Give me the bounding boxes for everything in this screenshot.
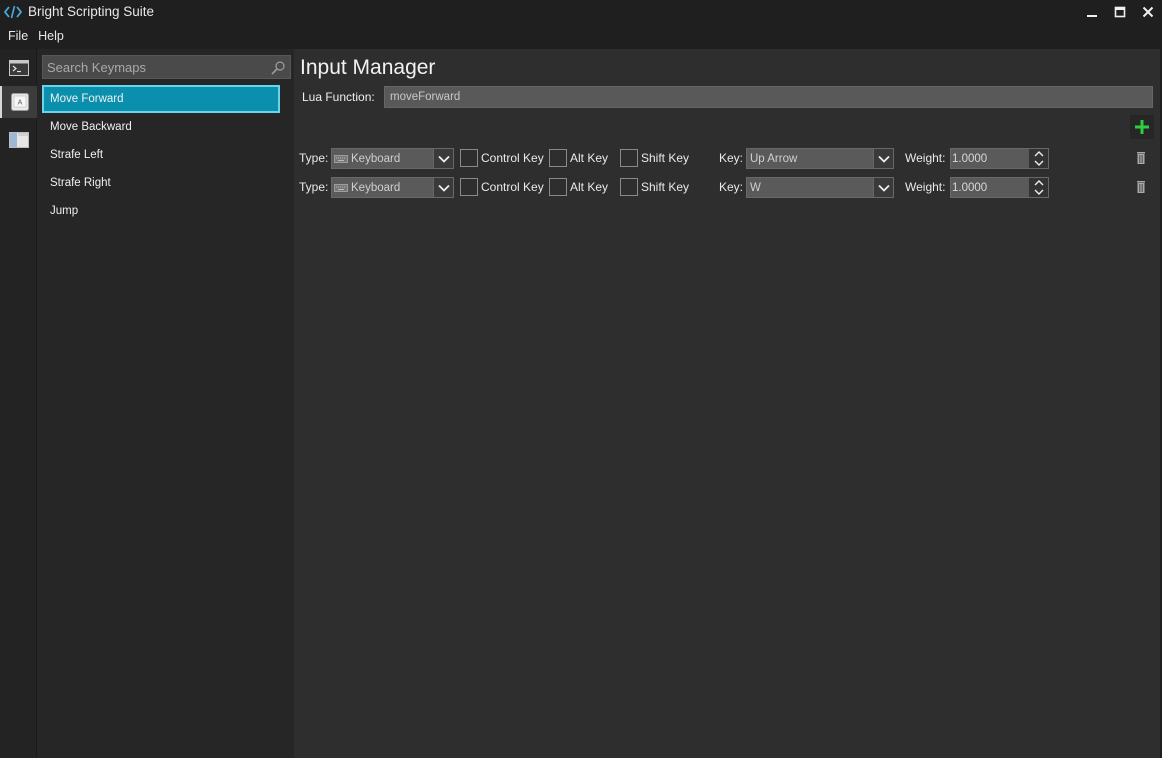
- alt-key-checkbox[interactable]: [549, 149, 567, 167]
- plus-icon: [1135, 120, 1149, 134]
- key-value: Up Arrow: [750, 152, 798, 165]
- key-label: Key:: [719, 180, 744, 194]
- weight-label: Weight:: [905, 180, 946, 194]
- keyboard-icon: [334, 183, 348, 193]
- keymap-item-move-backward[interactable]: Move Backward: [42, 113, 280, 141]
- shift-key-checkbox[interactable]: [620, 149, 638, 167]
- keymap-item-jump[interactable]: Jump: [42, 197, 280, 225]
- weight-value: 1.0000: [952, 152, 988, 165]
- shift-key-checkbox[interactable]: [620, 178, 638, 196]
- weight-spinbox[interactable]: 1.0000: [950, 177, 1049, 198]
- binding-row: Type: Keyboard Control Key Alt Key Shift…: [294, 145, 1160, 171]
- keymap-item-move-forward[interactable]: Move Forward: [42, 85, 280, 113]
- binding-row: Type: Keyboard Control Key Alt Key Shift…: [294, 174, 1160, 200]
- menu-help[interactable]: Help: [33, 29, 69, 43]
- code-icon: [2, 0, 24, 23]
- weight-spinbox[interactable]: 1.0000: [950, 148, 1049, 169]
- alt-key-label: Alt Key: [570, 151, 609, 165]
- key-dropdown[interactable]: Up Arrow: [746, 148, 894, 169]
- page-title: Input Manager: [300, 56, 436, 79]
- key-value: W: [750, 181, 761, 194]
- type-value: Keyboard: [351, 152, 401, 165]
- alt-key-label: Alt Key: [570, 180, 609, 194]
- keyboard-key-icon: A: [10, 93, 29, 111]
- trash-icon: [1137, 152, 1145, 164]
- lua-function-field[interactable]: moveForward: [384, 86, 1153, 108]
- weight-value: 1.0000: [952, 181, 988, 194]
- shift-key-label: Shift Key: [641, 151, 690, 165]
- key-dropdown[interactable]: W: [746, 177, 894, 198]
- search-icon[interactable]: [270, 60, 286, 79]
- search-box: [42, 55, 291, 79]
- weight-label: Weight:: [905, 151, 946, 165]
- keymap-item-strafe-right[interactable]: Strafe Right: [42, 169, 280, 197]
- input-manager-tool-button[interactable]: A: [0, 86, 37, 118]
- keymap-list: Move Forward Move Backward Strafe Left S…: [42, 85, 280, 225]
- keyboard-icon: [334, 154, 348, 164]
- key-label: Key:: [719, 151, 744, 165]
- type-dropdown[interactable]: Keyboard: [331, 148, 454, 169]
- layout-icon: [8, 132, 29, 148]
- input-manager-panel: Input Manager Lua Function: moveForward …: [294, 49, 1160, 758]
- shift-key-label: Shift Key: [641, 180, 690, 194]
- add-binding-button[interactable]: [1130, 115, 1154, 139]
- layout-tool-button[interactable]: [0, 124, 37, 156]
- maximize-icon: [1114, 6, 1126, 17]
- type-dropdown[interactable]: Keyboard: [331, 177, 454, 198]
- chevron-down-icon[interactable]: [873, 178, 893, 197]
- control-key-checkbox[interactable]: [460, 149, 478, 167]
- type-value: Keyboard: [351, 181, 401, 194]
- svg-text:A: A: [17, 100, 22, 107]
- spin-arrows-icon[interactable]: [1029, 178, 1048, 197]
- control-key-checkbox[interactable]: [460, 178, 478, 196]
- maximize-button[interactable]: [1106, 0, 1134, 23]
- keymap-sidebar: Move Forward Move Backward Strafe Left S…: [37, 49, 294, 758]
- delete-binding-button[interactable]: [1136, 180, 1146, 197]
- type-label: Type:: [299, 151, 329, 165]
- trash-icon: [1137, 181, 1145, 193]
- close-icon: [1142, 6, 1154, 17]
- spin-arrows-icon[interactable]: [1029, 149, 1048, 168]
- close-button[interactable]: [1134, 0, 1162, 23]
- lua-function-label: Lua Function:: [302, 90, 375, 104]
- control-key-label: Control Key: [481, 151, 544, 165]
- delete-binding-button[interactable]: [1136, 151, 1146, 168]
- app-title: Bright Scripting Suite: [28, 4, 155, 19]
- control-key-label: Control Key: [481, 180, 544, 194]
- chevron-down-icon[interactable]: [433, 178, 453, 197]
- type-label: Type:: [299, 180, 329, 194]
- chevron-down-icon[interactable]: [433, 149, 453, 168]
- terminal-icon: [8, 60, 29, 76]
- tool-strip: A: [0, 49, 37, 758]
- chevron-down-icon[interactable]: [873, 149, 893, 168]
- keymap-item-strafe-left[interactable]: Strafe Left: [42, 141, 280, 169]
- menu-file[interactable]: File: [3, 29, 33, 43]
- minimize-button[interactable]: [1078, 0, 1106, 23]
- alt-key-checkbox[interactable]: [549, 178, 567, 196]
- menu-bar: File Help: [0, 23, 1162, 49]
- title-bar: Bright Scripting Suite: [0, 0, 1162, 23]
- minimize-icon: [1087, 14, 1097, 17]
- search-input[interactable]: [43, 59, 263, 75]
- terminal-tool-button[interactable]: [0, 52, 37, 84]
